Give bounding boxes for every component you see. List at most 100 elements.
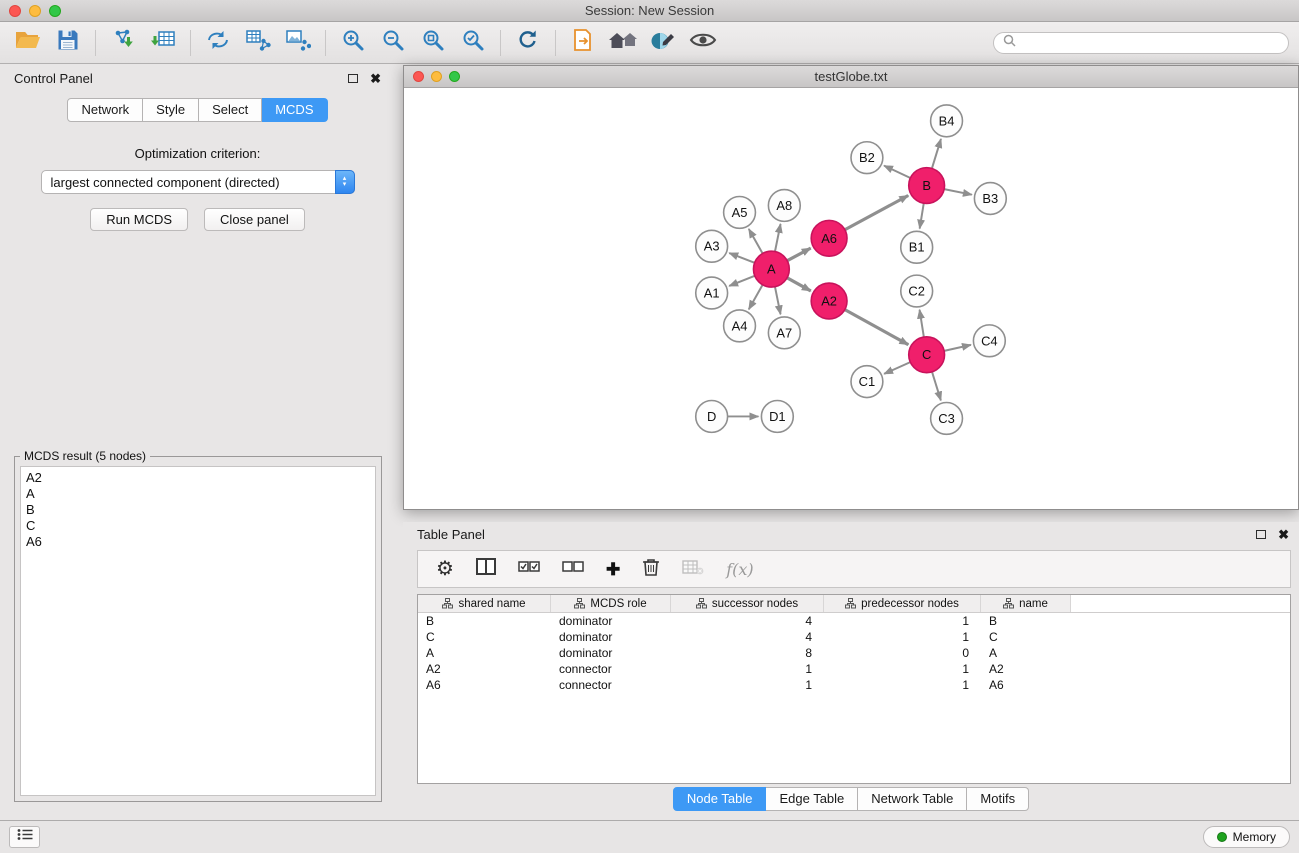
graph-node-C4[interactable]: C4 [973, 325, 1005, 357]
close-window-button[interactable] [9, 5, 21, 17]
import-network-button[interactable] [103, 25, 143, 61]
tab-network-table[interactable]: Network Table [858, 787, 967, 811]
graph-edge-A-A7[interactable] [775, 287, 781, 315]
graph-node-D1[interactable]: D1 [761, 401, 793, 433]
home-button[interactable] [603, 25, 643, 61]
show-columns-button[interactable] [476, 558, 496, 580]
tab-edge-table[interactable]: Edge Table [766, 787, 858, 811]
tab-node-table[interactable]: Node Table [673, 787, 767, 811]
delete-table-button[interactable] [682, 559, 704, 580]
graph-node-A[interactable]: A [753, 251, 789, 287]
network-arrows-button[interactable] [198, 25, 238, 61]
result-item[interactable]: A6 [26, 534, 370, 550]
graph-node-B1[interactable]: B1 [901, 231, 933, 263]
delete-column-button[interactable] [642, 557, 660, 582]
network-canvas[interactable]: B4B2BB3A5A8A6A3AB1A1A2C2A4A7C4CC1DD1C3 [404, 88, 1298, 509]
column-header-name[interactable]: name [981, 595, 1071, 612]
graph-edge-B-B1[interactable] [920, 203, 924, 228]
tab-motifs[interactable]: Motifs [967, 787, 1029, 811]
graph-node-A5[interactable]: A5 [724, 196, 756, 228]
task-history-button[interactable] [9, 826, 40, 848]
graph-edge-C-C2[interactable] [920, 310, 924, 337]
graph-node-A8[interactable]: A8 [768, 190, 800, 222]
graph-edge-B-B3[interactable] [944, 189, 972, 195]
graph-edge-A-A3[interactable] [729, 253, 754, 263]
network-window-titlebar[interactable]: testGlobe.txt [404, 66, 1298, 88]
graph-edge-A-A1[interactable] [729, 276, 755, 286]
search-input[interactable] [1021, 36, 1279, 50]
tab-select[interactable]: Select [199, 98, 262, 122]
import-table-button[interactable] [143, 25, 183, 61]
graph-edge-A-A6[interactable] [787, 248, 810, 261]
tab-mcds[interactable]: MCDS [262, 98, 327, 122]
network-image-button[interactable] [278, 25, 318, 61]
table-row[interactable]: A2connector11A2 [418, 661, 1290, 677]
zoom-selected-button[interactable] [453, 25, 493, 61]
result-item[interactable]: A [26, 486, 370, 502]
float-table-panel-icon[interactable] [1256, 530, 1266, 539]
tab-network[interactable]: Network [67, 98, 143, 122]
graph-node-C1[interactable]: C1 [851, 366, 883, 398]
graph-node-A6[interactable]: A6 [811, 220, 847, 256]
graph-node-B[interactable]: B [909, 168, 945, 204]
graph-node-A7[interactable]: A7 [768, 317, 800, 349]
graph-node-D[interactable]: D [696, 401, 728, 433]
column-header-successor-nodes[interactable]: successor nodes [671, 595, 824, 612]
graph-edge-A-A2[interactable] [787, 278, 811, 291]
graph-edge-A-A4[interactable] [749, 285, 763, 310]
float-panel-icon[interactable] [348, 74, 358, 83]
style-preview-button[interactable] [643, 25, 683, 61]
result-item[interactable]: C [26, 518, 370, 534]
show-hide-button[interactable] [683, 25, 723, 61]
deselect-all-button[interactable] [562, 560, 584, 578]
close-table-panel-icon[interactable]: ✖ [1278, 528, 1289, 541]
mcds-result-list[interactable]: A2ABCA6 [20, 466, 376, 796]
graph-edge-B-B4[interactable] [932, 139, 941, 168]
memory-button[interactable]: Memory [1203, 826, 1290, 848]
minimize-window-button[interactable] [29, 5, 41, 17]
graph-node-B4[interactable]: B4 [931, 105, 963, 137]
graph-node-A4[interactable]: A4 [724, 310, 756, 342]
graph-edge-C-C1[interactable] [884, 362, 910, 374]
tab-style[interactable]: Style [143, 98, 199, 122]
close-panel-button[interactable]: Close panel [204, 208, 305, 231]
result-item[interactable]: A2 [26, 470, 370, 486]
document-export-button[interactable] [563, 25, 603, 61]
fullscreen-window-button[interactable] [49, 5, 61, 17]
minimize-network-window-button[interactable] [431, 71, 442, 82]
save-session-button[interactable] [48, 25, 88, 61]
open-session-button[interactable] [8, 25, 48, 61]
function-builder-button[interactable]: f(x) [726, 560, 753, 579]
column-header-MCDS-role[interactable]: MCDS role [551, 595, 671, 612]
refresh-layout-button[interactable] [508, 25, 548, 61]
close-network-window-button[interactable] [413, 71, 424, 82]
zoom-network-window-button[interactable] [449, 71, 460, 82]
graph-edge-C-C3[interactable] [932, 372, 941, 401]
graph-node-A3[interactable]: A3 [696, 230, 728, 262]
graph-node-C[interactable]: C [909, 337, 945, 373]
graph-node-C3[interactable]: C3 [931, 403, 963, 435]
graph-edge-A-A8[interactable] [775, 224, 781, 252]
run-mcds-button[interactable]: Run MCDS [90, 208, 188, 231]
zoom-out-button[interactable] [373, 25, 413, 61]
table-row[interactable]: Bdominator41B [418, 613, 1290, 629]
graph-node-C2[interactable]: C2 [901, 275, 933, 307]
graph-node-B3[interactable]: B3 [974, 183, 1006, 215]
zoom-fit-button[interactable] [413, 25, 453, 61]
table-row[interactable]: Adominator80A [418, 645, 1290, 661]
table-row[interactable]: A6connector11A6 [418, 677, 1290, 693]
graph-edge-B-B2[interactable] [884, 166, 910, 178]
search-box[interactable] [993, 32, 1289, 54]
select-all-button[interactable] [518, 560, 540, 578]
table-row[interactable]: Cdominator41C [418, 629, 1290, 645]
zoom-in-button[interactable] [333, 25, 373, 61]
close-panel-icon[interactable]: ✖ [370, 72, 381, 85]
graph-node-A1[interactable]: A1 [696, 277, 728, 309]
graph-edge-A2-C[interactable] [845, 310, 908, 345]
add-column-button[interactable]: ✚ [606, 561, 620, 578]
column-header-shared-name[interactable]: shared name [418, 595, 551, 612]
optimization-criterion-dropdown[interactable]: largest connected component (directed) ▴… [41, 170, 355, 194]
graph-edge-A6-B[interactable] [845, 195, 908, 229]
column-header-predecessor-nodes[interactable]: predecessor nodes [824, 595, 981, 612]
network-table-button[interactable] [238, 25, 278, 61]
